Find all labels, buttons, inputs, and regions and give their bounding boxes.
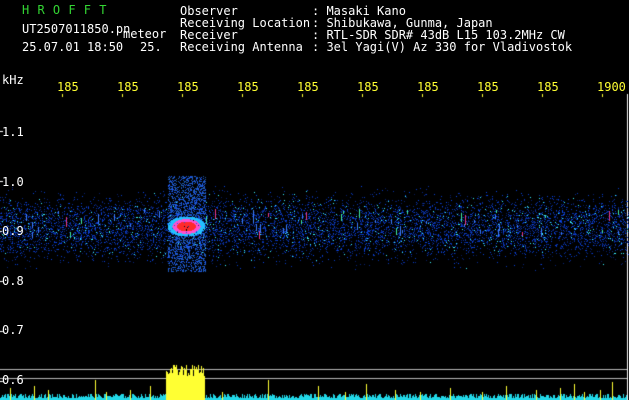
field-value-antenna: : 3el Yagi(V) Az 330 for Vladivostok <box>312 40 573 54</box>
spectrogram-canvas <box>0 0 629 400</box>
y-tick-label: 0.6 <box>2 373 24 387</box>
filename-label: UT2507011850.pn <box>22 22 131 36</box>
hrofft-screen: { "header": { "app_name": "H R O F F T",… <box>0 0 629 400</box>
x-tick-label: 185 <box>237 80 259 94</box>
x-tick-label: 185 <box>177 80 199 94</box>
app-title: H R O F F T <box>22 3 107 17</box>
x-tick-label: 185 <box>357 80 379 94</box>
field-label-antenna: Receiving Antenna <box>180 40 303 54</box>
y-tick-label: 0.9 <box>2 224 24 238</box>
x-tick-label: 185 <box>417 80 439 94</box>
x-tick-label: 185 <box>57 80 79 94</box>
x-tick-label: 185 <box>537 80 559 94</box>
y-tick-label: 0.8 <box>2 274 24 288</box>
x-tick-label: 185 <box>477 80 499 94</box>
x-tick-label: 1900 <box>597 80 626 94</box>
count-label: 25. <box>140 40 162 54</box>
y-tick-label: 0.7 <box>2 323 24 337</box>
datetime-label: 25.07.01 18:50 <box>22 40 124 54</box>
x-tick-label: 185 <box>117 80 139 94</box>
x-tick-label: 185 <box>297 80 319 94</box>
y-tick-label: 1.0 <box>2 175 24 189</box>
y-tick-label: 1.1 <box>2 125 24 139</box>
y-axis-unit: kHz <box>2 73 24 87</box>
mode-label: meteor <box>123 27 167 41</box>
